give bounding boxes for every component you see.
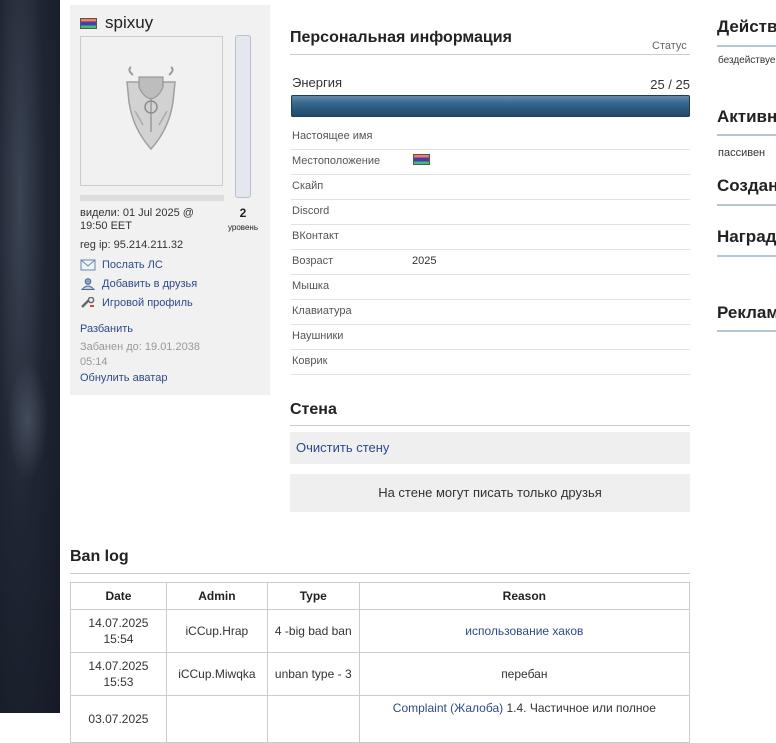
add-friend-label: Добавить в друзья bbox=[102, 278, 198, 290]
energy-label: Энергия bbox=[292, 75, 343, 90]
reset-avatar-link[interactable]: Обнулить аватар bbox=[80, 372, 167, 384]
column-header-admin: Admin bbox=[165, 582, 268, 610]
column-header-reason: Reason bbox=[358, 582, 691, 610]
info-label: Возраст bbox=[292, 255, 334, 267]
column-header-type: Type bbox=[266, 582, 360, 610]
info-row-headphones: Наушники bbox=[291, 324, 690, 350]
table-row: 14.07.2025 15:54 iCCup.Hrap 4 -big bad b… bbox=[70, 609, 691, 653]
last-seen: видели: 01 Jul 2025 @ 19:50 EET bbox=[80, 207, 194, 232]
info-label: Discord bbox=[292, 205, 330, 217]
info-row-real-name: Настоящее имя bbox=[291, 124, 690, 150]
ban-date: 14.07.2025 15:53 bbox=[70, 652, 167, 696]
energy-bar bbox=[291, 95, 690, 117]
right-section-activity-title: Активн bbox=[717, 107, 776, 126]
right-section-divider bbox=[717, 204, 776, 206]
avatar bbox=[80, 36, 223, 186]
wall-title: Стена bbox=[290, 401, 337, 418]
ban-log-header-row: Date Admin Type Reason bbox=[70, 582, 691, 610]
personal-info-divider bbox=[290, 54, 690, 55]
info-label: Скайп bbox=[292, 180, 324, 192]
right-section-created-title: Создан bbox=[717, 176, 776, 195]
info-row-discord: Discord bbox=[291, 199, 690, 225]
info-row-age: Возраст 2025 bbox=[291, 249, 690, 275]
wrench-icon bbox=[81, 297, 95, 308]
ban-reason: использование хаков bbox=[358, 609, 691, 653]
info-label: Клавиатура bbox=[292, 305, 352, 317]
user-add-icon bbox=[80, 278, 96, 290]
send-message-label: Послать ЛС bbox=[102, 259, 163, 271]
banned-until: Забанен до: 19.01.2038 05:14 bbox=[80, 341, 200, 368]
page-background bbox=[0, 0, 60, 713]
ban-reason: Complaint (Жалоба) 1.4. Частичное или по… bbox=[358, 695, 691, 743]
inactive-status-text: бездействуе bbox=[718, 55, 776, 66]
info-row-skype: Скайп bbox=[291, 174, 690, 200]
game-profile-label: Игровой профиль bbox=[102, 297, 193, 309]
table-row: 14.07.2025 15:53 iCCup.Miwqka unban type… bbox=[70, 652, 691, 696]
info-label: Настоящее имя bbox=[292, 130, 373, 142]
info-row-location: Местоположение bbox=[291, 149, 690, 175]
username: spixuy bbox=[105, 13, 154, 32]
column-header-date: Date bbox=[70, 582, 167, 610]
ban-log-divider bbox=[70, 573, 690, 574]
add-friend-link[interactable]: Добавить в друзья bbox=[80, 278, 197, 290]
personal-info-title: Персональная информация bbox=[290, 29, 512, 46]
level-number: 2 bbox=[239, 206, 247, 220]
profile-card: spixuy 2 уровень видели: 01 Jul 2025 @ 1… bbox=[70, 5, 270, 395]
info-row-mouse: Мышка bbox=[291, 274, 690, 300]
send-message-link[interactable]: Послать ЛС bbox=[80, 259, 163, 271]
info-row-vkontakte: ВКонтакт bbox=[291, 224, 690, 250]
ban-log-table: Date Admin Type Reason 14.07.2025 15:54 … bbox=[70, 582, 691, 743]
wall-divider bbox=[290, 425, 690, 426]
ban-date: 14.07.2025 15:54 bbox=[70, 609, 167, 653]
country-flag-icon bbox=[80, 17, 97, 29]
info-label: Мышка bbox=[292, 280, 330, 292]
info-value: 2025 bbox=[412, 255, 437, 267]
info-label: Местоположение bbox=[292, 155, 381, 167]
wall-friends-only-note: На стене могут писать только друзья bbox=[290, 474, 690, 512]
info-label: ВКонтакт bbox=[292, 230, 339, 242]
ban-type: unban type - 3 bbox=[266, 652, 360, 696]
clear-wall-button[interactable]: Очистить стену bbox=[290, 432, 690, 464]
ban-date: 03.07.2025 bbox=[70, 695, 167, 743]
ban-log-title: Ban log bbox=[70, 548, 129, 565]
profile-page: spixuy 2 уровень видели: 01 Jul 2025 @ 1… bbox=[60, 0, 776, 743]
ban-type bbox=[266, 695, 360, 743]
info-label: Наушники bbox=[292, 330, 344, 342]
right-section-divider bbox=[717, 134, 776, 136]
right-section-ads-title: Реклам bbox=[717, 303, 776, 322]
info-row-keyboard: Клавиатура bbox=[291, 299, 690, 325]
passive-status-text: пассивен bbox=[718, 147, 766, 159]
table-row: 03.07.2025 Complaint (Жалоба) 1.4. Части… bbox=[70, 695, 691, 743]
ban-type: 4 -big bad ban bbox=[266, 609, 360, 653]
energy-value: 25 / 25 bbox=[650, 77, 690, 92]
info-label: Коврик bbox=[292, 355, 328, 367]
envelope-icon bbox=[80, 259, 96, 271]
trophy-shield-icon bbox=[126, 66, 176, 151]
avatar-divider bbox=[80, 195, 224, 201]
clear-wall-label: Очистить стену bbox=[296, 440, 390, 455]
unban-link[interactable]: Разбанить bbox=[80, 323, 133, 335]
ban-reason: перебан bbox=[358, 652, 691, 696]
info-row-mousepad: Коврик bbox=[291, 349, 690, 375]
level-label: уровень bbox=[227, 223, 258, 232]
status-label: Статус bbox=[652, 40, 687, 52]
right-section-actions-title: Действ bbox=[717, 17, 776, 36]
right-section-awards-title: Наград bbox=[717, 227, 776, 246]
username-row: spixuy bbox=[80, 13, 153, 33]
level-progress-bar bbox=[235, 35, 251, 198]
ban-reason-link[interactable]: использование хаков bbox=[465, 624, 583, 638]
right-section-divider bbox=[717, 45, 776, 47]
location-flag-icon bbox=[413, 154, 430, 165]
ban-admin bbox=[165, 695, 268, 743]
game-profile-link[interactable]: Игровой профиль bbox=[80, 297, 193, 309]
ban-admin: iCCup.Miwqka bbox=[165, 652, 268, 696]
ban-admin: iCCup.Hrap bbox=[165, 609, 268, 653]
right-section-divider bbox=[717, 255, 776, 257]
reg-ip: reg ip: 95.214.211.32 bbox=[80, 239, 184, 251]
right-section-divider bbox=[717, 330, 776, 332]
